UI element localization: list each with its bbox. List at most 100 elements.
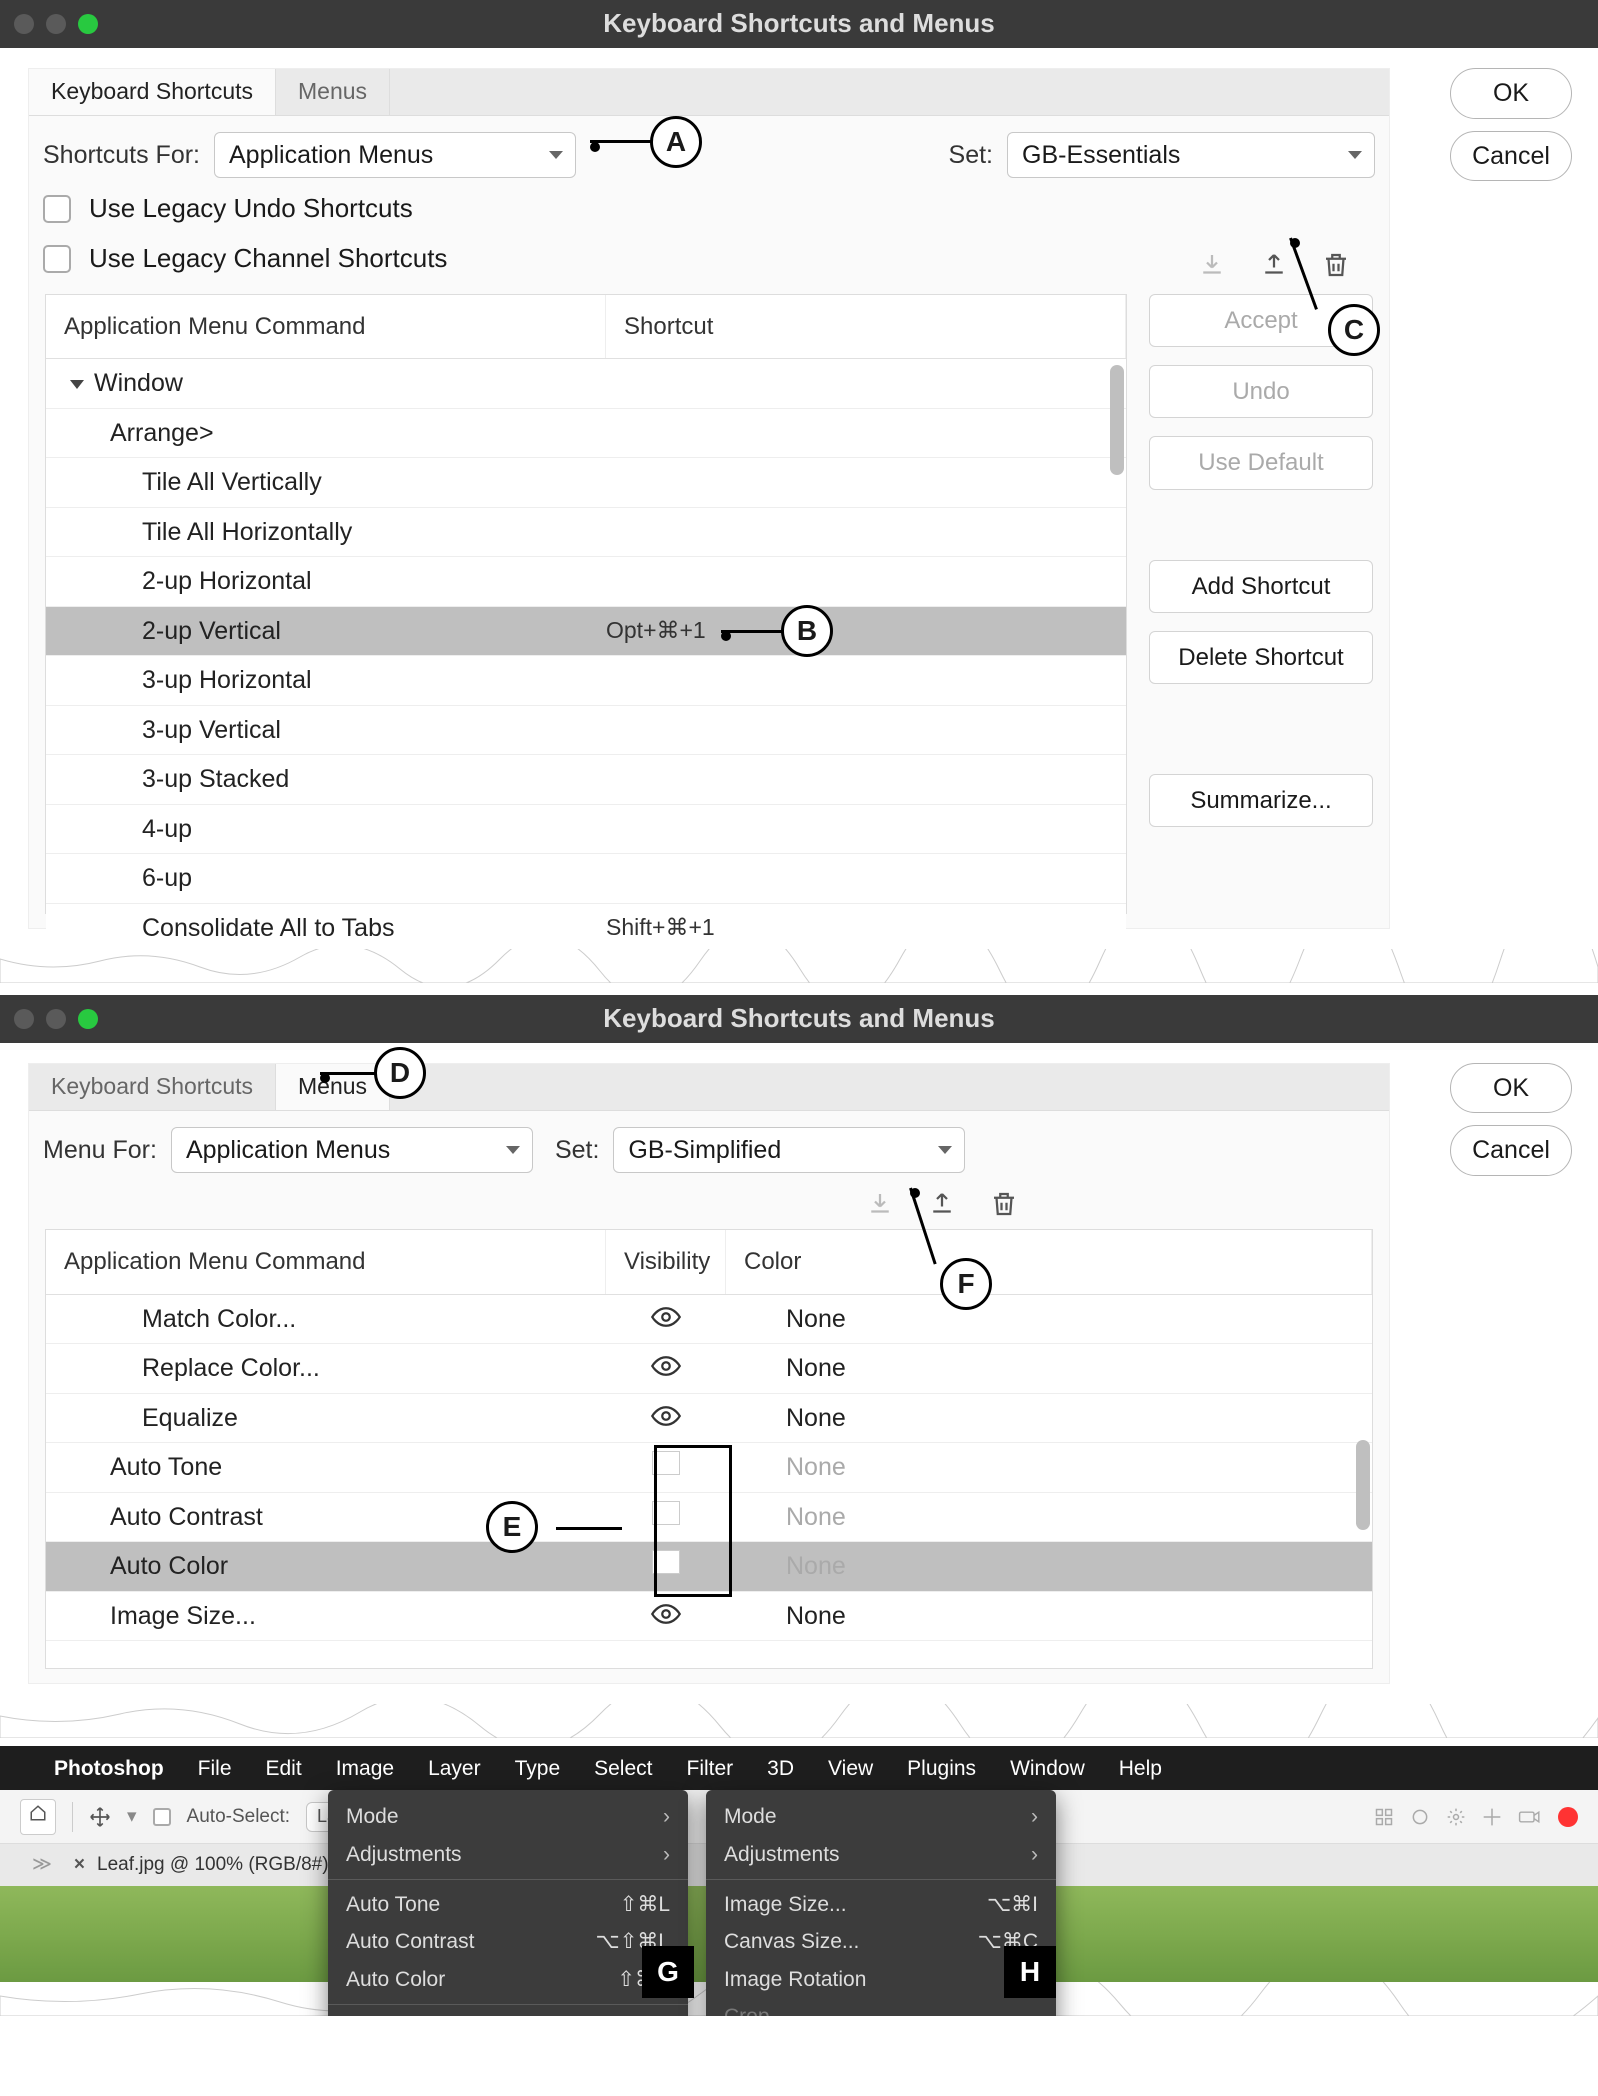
ok-button[interactable]: OK <box>1450 1063 1572 1114</box>
menu-window[interactable]: Window <box>1010 1755 1085 1782</box>
color-value[interactable]: None <box>726 1600 1372 1633</box>
menu-item[interactable]: Image Size...⌥⌘I <box>328 2011 688 2017</box>
table-row[interactable]: 6-up <box>46 854 1126 904</box>
cancel-button[interactable]: Cancel <box>1450 131 1572 182</box>
visibility-toggle-empty[interactable] <box>652 1550 680 1574</box>
minimize-dot[interactable] <box>46 1009 66 1029</box>
color-value[interactable]: None <box>726 1303 1372 1336</box>
grid-icon[interactable] <box>1374 1807 1394 1827</box>
table-row[interactable]: Tile All Horizontally <box>46 508 1126 558</box>
use-default-button[interactable]: Use Default <box>1149 436 1373 489</box>
table-row[interactable]: Image Size...None <box>46 1592 1372 1642</box>
gear-icon[interactable] <box>1446 1807 1466 1827</box>
shortcuts-for-select[interactable]: Application Menus <box>214 132 576 179</box>
menu-item[interactable]: Auto Contrast⌥⇧⌘L <box>328 1923 688 1960</box>
set-select[interactable]: GB-Simplified <box>613 1127 965 1174</box>
home-icon[interactable] <box>20 1799 56 1835</box>
visibility-cell[interactable] <box>606 1451 726 1484</box>
menu-item[interactable]: Image Size...⌥⌘I <box>706 1886 1056 1923</box>
visibility-toggle-empty[interactable] <box>652 1451 680 1475</box>
table-row[interactable]: EqualizeNone <box>46 1394 1372 1444</box>
menu-select[interactable]: Select <box>594 1755 652 1782</box>
table-row[interactable]: 4-up <box>46 805 1126 855</box>
menu-help[interactable]: Help <box>1119 1755 1162 1782</box>
eye-icon[interactable] <box>651 1305 681 1333</box>
scrollbar-thumb[interactable] <box>1110 365 1124 475</box>
menu-file[interactable]: File <box>198 1755 232 1782</box>
visibility-cell[interactable] <box>606 1550 726 1583</box>
minimize-dot[interactable] <box>46 14 66 34</box>
record-icon[interactable] <box>1558 1807 1578 1827</box>
legacy-channel-row[interactable]: Use Legacy Channel Shortcuts <box>29 234 1389 284</box>
delete-shortcut-button[interactable]: Delete Shortcut <box>1149 631 1373 684</box>
menu-3d[interactable]: 3D <box>767 1755 794 1782</box>
zoom-dot[interactable] <box>78 1009 98 1029</box>
table-row[interactable]: 2-up Horizontal <box>46 557 1126 607</box>
legacy-undo-row[interactable]: Use Legacy Undo Shortcuts <box>29 184 1389 234</box>
table-row[interactable]: Replace Color...None <box>46 1344 1372 1394</box>
menu-filter[interactable]: Filter <box>687 1755 734 1782</box>
move-3d-icon[interactable] <box>1482 1807 1502 1827</box>
tab-menus[interactable]: Menus <box>276 1064 390 1110</box>
auto-select-checkbox[interactable] <box>153 1808 171 1826</box>
menu-for-select[interactable]: Application Menus <box>171 1127 533 1174</box>
close-tab-icon[interactable]: × <box>74 1853 85 1878</box>
table-row[interactable]: Auto ColorNone <box>46 1542 1372 1592</box>
menu-item[interactable]: Auto Tone⇧⌘L <box>328 1886 688 1923</box>
table-row[interactable]: Window <box>46 359 1126 409</box>
shortcut-value[interactable] <box>606 821 1126 837</box>
menu-photoshop[interactable]: Photoshop <box>54 1755 164 1782</box>
shortcut-value[interactable] <box>606 425 1126 441</box>
menu-type[interactable]: Type <box>515 1755 561 1782</box>
save-set-icon[interactable] <box>1197 250 1227 280</box>
table-row[interactable]: Consolidate All to TabsShift+⌘+1 <box>46 904 1126 954</box>
menu-item[interactable]: Adjustments› <box>328 1836 688 1873</box>
shortcut-value[interactable] <box>606 722 1126 738</box>
summarize-button[interactable]: Summarize... <box>1149 774 1373 827</box>
table-row[interactable]: 2-up VerticalOpt+⌘+1 <box>46 607 1126 657</box>
new-set-icon[interactable] <box>1259 250 1289 280</box>
new-set-icon[interactable] <box>927 1189 957 1219</box>
table-row[interactable]: Match Color...None <box>46 1295 1372 1345</box>
cancel-button[interactable]: Cancel <box>1450 1125 1572 1176</box>
delete-set-icon[interactable] <box>1321 250 1351 280</box>
visibility-cell[interactable] <box>606 1352 726 1385</box>
menu-edit[interactable]: Edit <box>266 1755 302 1782</box>
menu-item[interactable]: Mode› <box>328 1798 688 1835</box>
table-row[interactable]: 3-up Stacked <box>46 755 1126 805</box>
shortcut-value[interactable] <box>606 524 1126 540</box>
close-dot[interactable] <box>14 14 34 34</box>
tab-keyboard-shortcuts[interactable]: Keyboard Shortcuts <box>29 69 276 115</box>
visibility-cell[interactable] <box>606 1501 726 1534</box>
shortcut-value[interactable] <box>606 474 1126 490</box>
tab-keyboard-shortcuts[interactable]: Keyboard Shortcuts <box>29 1064 276 1110</box>
table-row[interactable]: 3-up Horizontal <box>46 656 1126 706</box>
tab-menus[interactable]: Menus <box>276 69 390 115</box>
table-row[interactable]: Tile All Vertically <box>46 458 1126 508</box>
3d-icon[interactable] <box>1410 1807 1430 1827</box>
eye-icon[interactable] <box>651 1404 681 1432</box>
shortcut-value[interactable] <box>606 870 1126 886</box>
table-row[interactable]: 3-up Vertical <box>46 706 1126 756</box>
set-select[interactable]: GB-Essentials <box>1007 132 1375 179</box>
eye-icon[interactable] <box>651 1602 681 1630</box>
shortcut-value[interactable] <box>606 573 1126 589</box>
legacy-undo-checkbox[interactable] <box>43 195 71 223</box>
menu-layer[interactable]: Layer <box>428 1755 481 1782</box>
shortcut-value[interactable] <box>606 771 1126 787</box>
eye-icon[interactable] <box>651 1354 681 1382</box>
scrollbar-thumb[interactable] <box>1356 1440 1370 1530</box>
shortcut-value[interactable]: Shift+⌘+1 <box>606 905 1126 951</box>
close-dot[interactable] <box>14 1009 34 1029</box>
visibility-cell[interactable] <box>606 1600 726 1633</box>
shortcut-value[interactable]: Opt+⌘+1 <box>606 608 1126 654</box>
add-shortcut-button[interactable]: Add Shortcut <box>1149 560 1373 613</box>
table-row[interactable]: Auto ToneNone <box>46 1443 1372 1493</box>
menu-item[interactable]: Auto Color⇧⌘B <box>328 1961 688 1998</box>
color-value[interactable]: None <box>726 1550 1372 1583</box>
color-value[interactable]: None <box>726 1402 1372 1435</box>
visibility-toggle-empty[interactable] <box>652 1501 680 1525</box>
camera-icon[interactable] <box>1518 1809 1542 1825</box>
menu-plugins[interactable]: Plugins <box>907 1755 976 1782</box>
menu-view[interactable]: View <box>828 1755 873 1782</box>
